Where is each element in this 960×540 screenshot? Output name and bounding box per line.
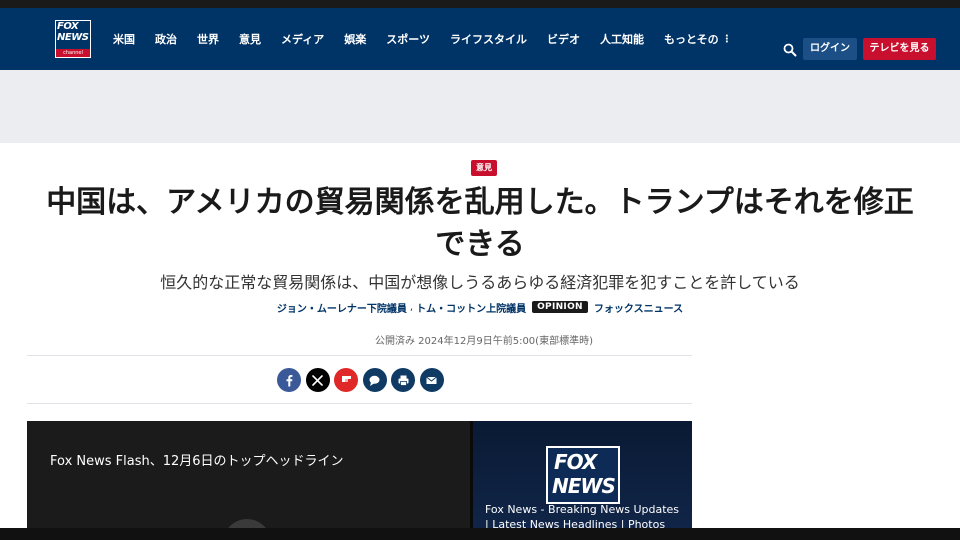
ad-banner-placeholder <box>0 70 960 143</box>
outlet-link[interactable]: フォックスニュース <box>594 300 683 315</box>
nav-item-more[interactable]: もっとその ⋮ <box>664 32 732 48</box>
fox-news-thumbnail-logo: FOX NEWS <box>546 446 620 504</box>
article-subheadline: 恒久的な正常な貿易関係は、中国が想像しうるあらゆる経済犯罪を犯すことを許している <box>160 273 800 292</box>
video-player-section: Fox News Flash、12月6日のトップヘッドライン FOX NEWS … <box>27 421 692 540</box>
author-link-2[interactable]: トム・コットン上院議員 <box>416 300 526 315</box>
video-player[interactable]: Fox News Flash、12月6日のトップヘッドライン <box>27 421 470 540</box>
nav-item-entertainment[interactable]: 娯楽 <box>344 32 366 48</box>
video-title: Fox News Flash、12月6日のトップヘッドライン <box>50 454 344 469</box>
email-button[interactable] <box>419 368 444 392</box>
nav-item-sports[interactable]: スポーツ <box>386 32 430 48</box>
divider <box>27 403 692 404</box>
video-playlist-item[interactable]: FOX NEWS Fox News - Breaking News Update… <box>473 421 692 540</box>
nav-item-us[interactable]: 米国 <box>113 32 135 48</box>
top-nav-bar: FOX NEWS channel 米国 政治 世界 意見 メディア 娯楽 スポー… <box>0 0 960 70</box>
print-icon <box>398 375 408 386</box>
nav-item-ai[interactable]: 人工知能 <box>600 32 644 48</box>
byline: ジョン・ムーレナー下院議員 , トム・コットン上院議員 OPINION フォック… <box>0 298 960 316</box>
publish-date: 公開済み 2024年12月9日午前5:00(東部標準時) <box>375 336 593 347</box>
nav-item-video[interactable]: ビデオ <box>547 32 580 48</box>
thumbnail-logo-fox: FOX <box>554 450 597 474</box>
facebook-icon <box>286 374 292 386</box>
nav-item-opinion[interactable]: 意見 <box>239 32 261 48</box>
watch-tv-button[interactable]: テレビを見る <box>863 38 936 60</box>
logo-text-channel: channel <box>56 49 90 57</box>
author-link-1[interactable]: ジョン・ムーレナー下院議員 <box>277 300 407 315</box>
nav-more-label: もっとその <box>664 33 719 46</box>
nav-item-lifestyle[interactable]: ライフスタイル <box>450 32 527 48</box>
category-badge[interactable]: 意見 <box>471 160 497 176</box>
share-flipboard-button[interactable] <box>334 368 358 392</box>
logo-text-fox: FOX <box>57 21 79 32</box>
main-nav: 米国 政治 世界 意見 メディア 娯楽 スポーツ ライフスタイル ビデオ 人工知… <box>113 32 752 48</box>
login-button[interactable]: ログイン <box>803 38 857 60</box>
print-button[interactable] <box>391 368 415 392</box>
opinion-tag: OPINION <box>532 301 588 313</box>
comments-button[interactable] <box>362 368 387 392</box>
share-x-button[interactable] <box>305 368 330 392</box>
divider <box>27 355 692 356</box>
thumbnail-logo-news: NEWS <box>552 474 616 498</box>
vertical-dots-icon: ⋮ <box>721 34 732 45</box>
search-icon[interactable] <box>783 42 797 57</box>
fox-news-logo[interactable]: FOX NEWS channel <box>55 20 91 58</box>
article-headline: 中国は、アメリカの貿易関係を乱用した。トランプはそれを修正できる <box>46 185 914 262</box>
nav-item-politics[interactable]: 政治 <box>155 32 177 48</box>
nav-item-media[interactable]: メディア <box>281 32 324 48</box>
bottom-bar <box>0 528 960 540</box>
logo-text-news: NEWS <box>57 32 89 43</box>
nav-item-world[interactable]: 世界 <box>197 32 219 48</box>
flipboard-icon <box>341 375 351 382</box>
comment-icon <box>369 375 380 386</box>
share-bar <box>277 368 448 392</box>
x-icon <box>312 374 323 386</box>
author-separator: , <box>409 301 414 313</box>
share-facebook-button[interactable] <box>277 368 301 392</box>
email-icon <box>426 376 437 384</box>
